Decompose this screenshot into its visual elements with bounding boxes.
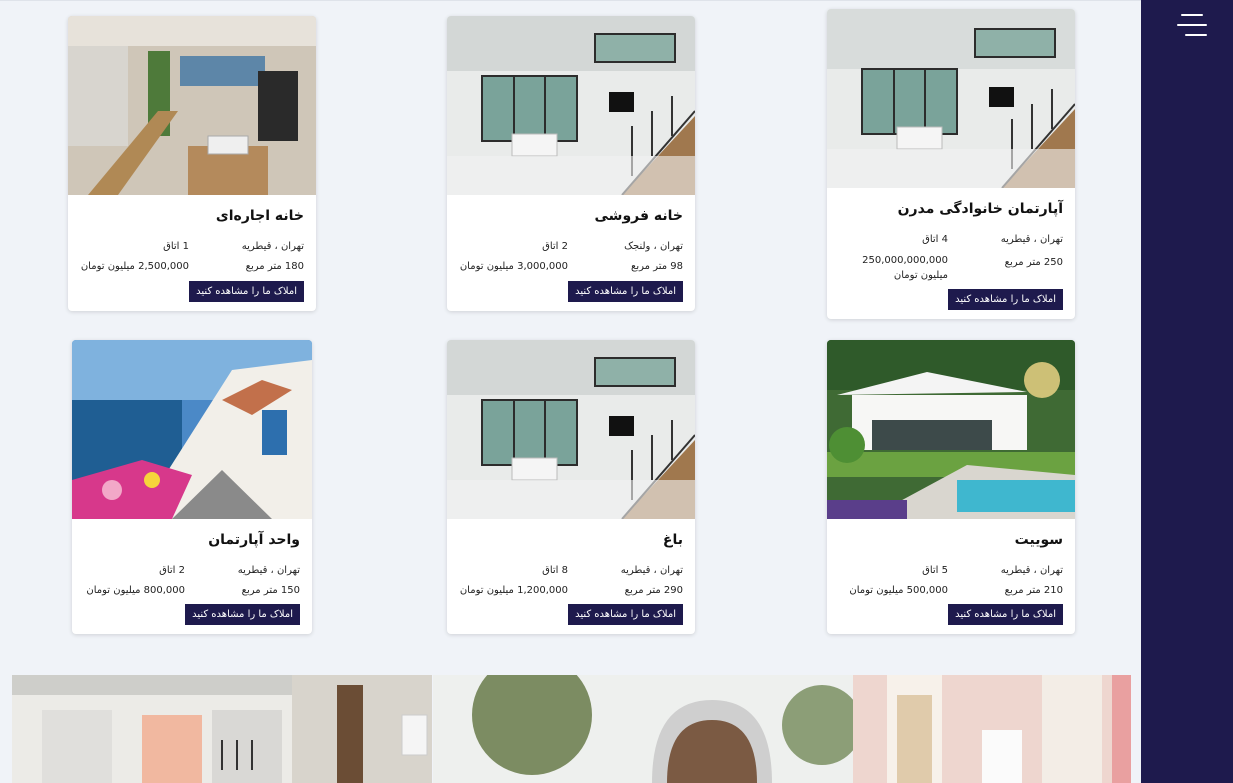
gallery-strip <box>12 675 1131 783</box>
view-properties-button[interactable]: املاک ما را مشاهده کنید <box>568 281 683 302</box>
sidebar <box>1141 0 1233 783</box>
property-rooms: 2 اتاق <box>542 241 568 252</box>
property-card[interactable]: آپارتمان خانوادگی مدرن تهران ، قیطریه 4 … <box>827 9 1075 319</box>
view-properties-button[interactable]: املاک ما را مشاهده کنید <box>568 604 683 625</box>
property-price: 250,000,000,000 میلیون تومان <box>862 255 948 281</box>
property-location: تهران ، قیطریه <box>237 565 300 576</box>
property-title: واحد آپارتمان <box>208 532 300 548</box>
menu-line <box>1181 14 1203 16</box>
view-properties-button[interactable]: املاک ما را مشاهده کنید <box>948 289 1063 310</box>
property-title: خانه فروشی <box>594 208 683 224</box>
property-image <box>827 340 1075 519</box>
property-title: خانه اجاره‌ای <box>215 208 304 224</box>
property-location: تهران ، قیطریه <box>1000 234 1063 245</box>
property-area: 290 متر مربع <box>624 585 683 596</box>
property-price: 500,000 میلیون تومان <box>849 585 948 596</box>
property-image <box>447 340 695 519</box>
property-title: سوییت <box>1014 532 1063 548</box>
property-image <box>827 9 1075 188</box>
property-price: 1,200,000 میلیون تومان <box>459 585 568 596</box>
property-image <box>447 16 695 195</box>
property-title: باغ <box>662 532 683 548</box>
property-price: 2,500,000 میلیون تومان <box>80 261 189 272</box>
view-properties-button[interactable]: املاک ما را مشاهده کنید <box>185 604 300 625</box>
property-location: تهران ، قیطریه <box>241 241 304 252</box>
menu-line <box>1185 34 1207 36</box>
property-card[interactable]: خانه فروشی تهران ، ولنجک 2 اتاق 98 متر م… <box>447 16 695 311</box>
property-location: تهران ، قیطریه <box>620 565 683 576</box>
view-properties-button[interactable]: املاک ما را مشاهده کنید <box>189 281 304 302</box>
hamburger-menu-icon[interactable] <box>1177 14 1209 38</box>
property-area: 150 متر مربع <box>241 585 300 596</box>
property-price: 3,000,000 میلیون تومان <box>459 261 568 272</box>
property-area: 210 متر مربع <box>1004 585 1063 596</box>
property-card[interactable]: خانه اجاره‌ای تهران ، قیطریه 1 اتاق 180 … <box>68 16 316 311</box>
property-card[interactable]: باغ تهران ، قیطریه 8 اتاق 290 متر مربع 1… <box>447 340 695 634</box>
property-location: تهران ، قیطریه <box>1000 565 1063 576</box>
menu-line <box>1177 24 1207 26</box>
property-rooms: 1 اتاق <box>163 241 189 252</box>
property-location: تهران ، ولنجک <box>624 241 683 252</box>
property-card[interactable]: سوییت تهران ، قیطریه 5 اتاق 210 متر مربع… <box>827 340 1075 634</box>
property-card[interactable]: واحد آپارتمان تهران ، قیطریه 2 اتاق 150 … <box>72 340 312 634</box>
property-rooms: 8 اتاق <box>542 565 568 576</box>
property-rooms: 2 اتاق <box>159 565 185 576</box>
top-border <box>0 0 1141 1</box>
property-rooms: 4 اتاق <box>922 234 948 245</box>
property-rooms: 5 اتاق <box>922 565 948 576</box>
property-title: آپارتمان خانوادگی مدرن <box>897 201 1063 217</box>
property-area: 98 متر مربع <box>631 261 683 272</box>
view-properties-button[interactable]: املاک ما را مشاهده کنید <box>948 604 1063 625</box>
property-area: 250 متر مربع <box>1004 257 1063 268</box>
property-image <box>68 16 316 195</box>
property-price: 800,000 میلیون تومان <box>86 585 185 596</box>
property-area: 180 متر مربع <box>245 261 304 272</box>
property-image <box>72 340 312 519</box>
